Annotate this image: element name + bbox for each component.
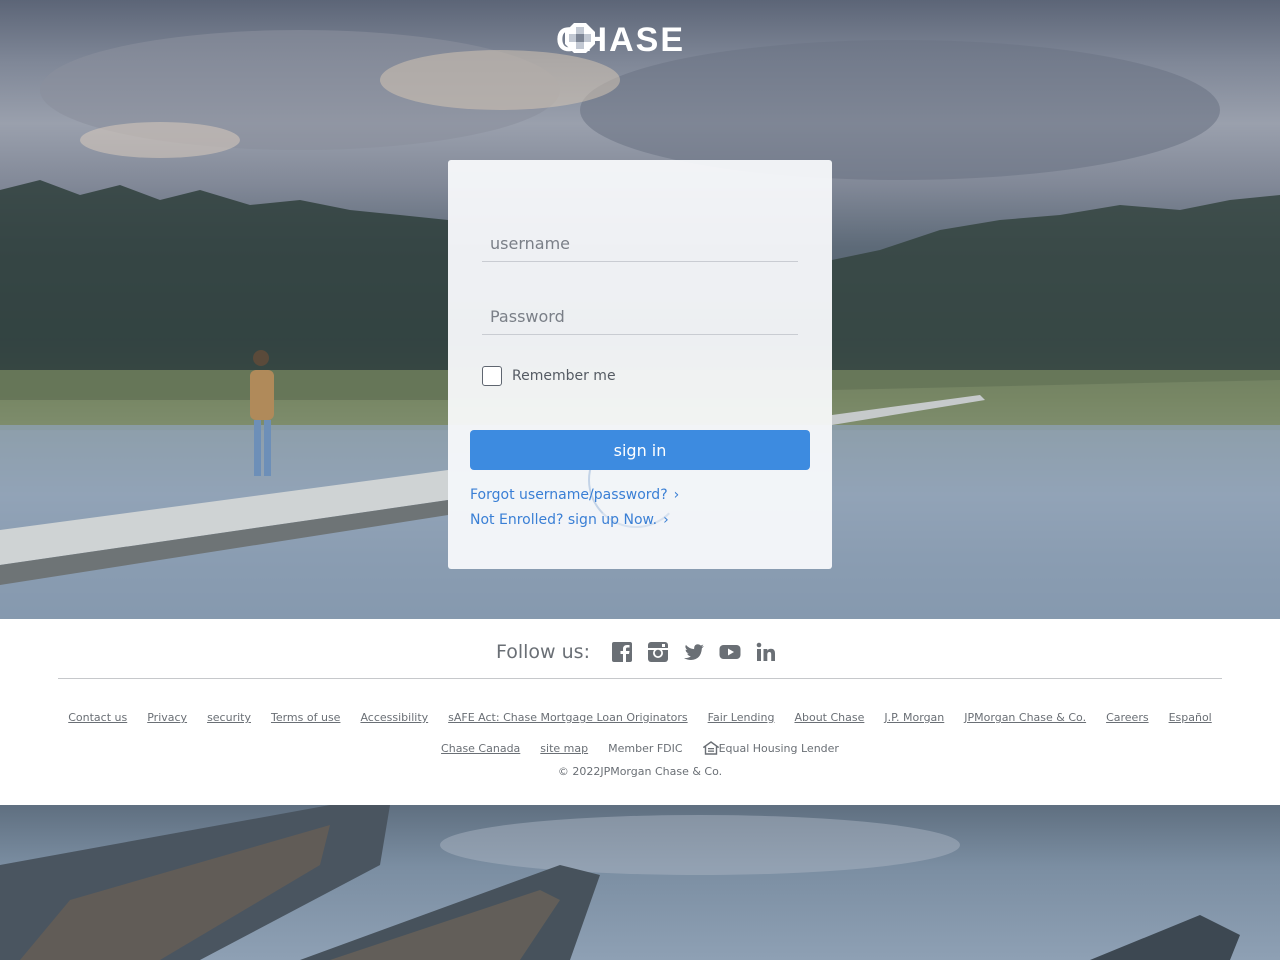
remember-me-row[interactable]: Remember me xyxy=(482,366,616,386)
chevron-right-icon: › xyxy=(673,487,680,503)
footer-link-site-map[interactable]: site map xyxy=(540,742,588,755)
youtube-icon[interactable] xyxy=(719,641,741,663)
footer-link-fair-lending[interactable]: Fair Lending xyxy=(708,711,775,724)
chase-octagon-icon xyxy=(565,23,595,53)
password-field-container xyxy=(482,299,798,335)
footer-link-espanol[interactable]: Español xyxy=(1169,711,1212,724)
sign-in-button[interactable]: sign in xyxy=(470,430,810,470)
instagram-icon[interactable] xyxy=(647,641,669,663)
follow-us-label: Follow us: xyxy=(496,641,590,663)
username-input[interactable] xyxy=(482,226,798,261)
follow-us-row: Follow us: xyxy=(0,641,1280,663)
footer: Follow us: Contact us Privacy security T… xyxy=(0,619,1280,805)
footer-link-jp-morgan[interactable]: J.P. Morgan xyxy=(884,711,944,724)
footer-links-row-1: Contact us Privacy security Terms of use… xyxy=(0,711,1280,724)
footer-link-jpmorgan-chase[interactable]: JPMorgan Chase & Co. xyxy=(964,711,1086,724)
footer-link-chase-canada[interactable]: Chase Canada xyxy=(441,742,520,755)
enroll-link[interactable]: Not Enrolled? sign up Now. › xyxy=(470,512,669,528)
footer-link-contact-us[interactable]: Contact us xyxy=(68,711,127,724)
footer-link-security[interactable]: security xyxy=(207,711,251,724)
username-field-container xyxy=(482,226,798,262)
remember-me-checkbox[interactable] xyxy=(482,366,502,386)
copyright: © 2022JPMorgan Chase & Co. xyxy=(557,765,723,778)
footer-link-privacy[interactable]: Privacy xyxy=(147,711,187,724)
twitter-icon[interactable] xyxy=(683,641,705,663)
equal-housing-icon xyxy=(702,741,719,755)
footer-link-terms[interactable]: Terms of use xyxy=(271,711,340,724)
login-card: Remember me sign in Forgot username/pass… xyxy=(448,160,832,569)
forgot-credentials-link[interactable]: Forgot username/password? › xyxy=(470,487,679,503)
footer-link-about-chase[interactable]: About Chase xyxy=(794,711,864,724)
chevron-right-icon: › xyxy=(663,512,669,528)
footer-link-accessibility[interactable]: Accessibility xyxy=(360,711,428,724)
forgot-credentials-label: Forgot username/password? xyxy=(470,487,668,503)
chase-logo[interactable]: CHASE xyxy=(556,21,685,59)
member-fdic-text: Member FDIC xyxy=(608,741,683,755)
linkedin-icon[interactable] xyxy=(755,641,777,663)
equal-housing-lender: Equal Housing Lender xyxy=(702,741,839,755)
enroll-label: Not Enrolled? sign up Now. xyxy=(470,512,658,528)
facebook-icon[interactable] xyxy=(611,641,633,663)
footer-links-row-2: Chase Canada site map Member FDIC Equal … xyxy=(0,741,1280,755)
remember-me-label: Remember me xyxy=(512,368,616,384)
footer-link-careers[interactable]: Careers xyxy=(1106,711,1149,724)
canoes-image xyxy=(0,805,1240,960)
password-input[interactable] xyxy=(482,299,798,334)
equal-housing-label: Equal Housing Lender xyxy=(718,741,839,755)
footer-divider xyxy=(58,678,1222,679)
bottom-background-image xyxy=(0,805,1280,960)
footer-link-safe-act[interactable]: sAFE Act: Chase Mortgage Loan Originator… xyxy=(448,711,688,724)
